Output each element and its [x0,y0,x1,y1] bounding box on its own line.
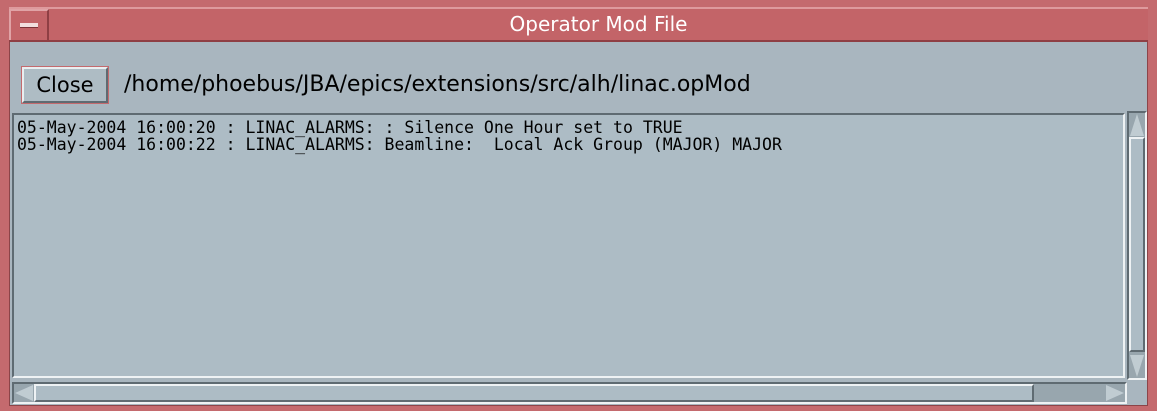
vertical-scrollbar[interactable] [1127,111,1147,380]
scroll-down-arrow-icon[interactable] [1130,355,1144,377]
window-title: Operator Mod File [509,12,688,36]
window-menu-button[interactable] [9,9,49,40]
toolbar: Close /home/phoebus/JBA/epics/extensions… [10,42,1147,112]
close-button[interactable]: Close [21,66,109,104]
horizontal-scrollbar[interactable] [12,382,1127,404]
log-text-area[interactable]: 05-May-2004 16:00:20 : LINAC_ALARMS: : S… [12,113,1125,378]
window-menu-icon [20,23,38,28]
log-line: 05-May-2004 16:00:22 : LINAC_ALARMS: Bea… [17,135,782,154]
log-line: 05-May-2004 16:00:20 : LINAC_ALARMS: : S… [17,118,683,137]
scroll-up-arrow-icon[interactable] [1130,114,1144,136]
scroll-left-arrow-icon[interactable] [15,385,33,401]
file-path-label: /home/phoebus/JBA/epics/extensions/src/a… [124,72,751,97]
title-bar[interactable]: Operator Mod File [9,7,1148,42]
scroll-right-arrow-icon[interactable] [1106,385,1124,401]
vertical-scroll-thumb[interactable] [1129,137,1145,352]
horizontal-scroll-thumb[interactable] [34,384,1034,402]
scrollbar-corner [1127,382,1147,404]
